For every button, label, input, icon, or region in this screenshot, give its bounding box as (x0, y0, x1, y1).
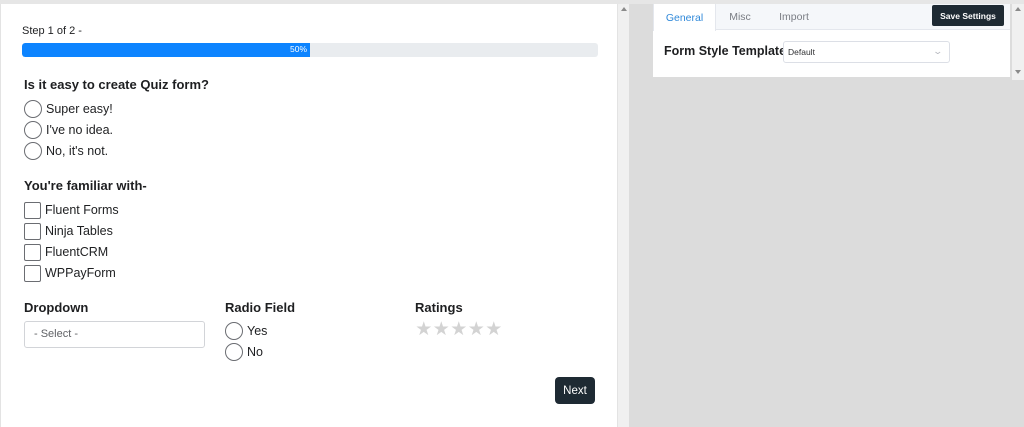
star-icon[interactable]: ★ (485, 320, 503, 339)
checkbox-option[interactable]: WPPayForm (24, 264, 116, 282)
radio-option[interactable]: Super easy! (24, 100, 113, 118)
tab-general[interactable]: General (653, 4, 716, 31)
tab-import[interactable]: Import (768, 4, 820, 30)
preview-scrollbar[interactable] (617, 4, 629, 427)
radio-option-label: Yes (247, 324, 268, 338)
tab-misc[interactable]: Misc (719, 4, 761, 30)
question-label-familiar: You're familiar with- (24, 178, 147, 193)
radio-option[interactable]: I've no idea. (24, 121, 113, 139)
scroll-down-icon[interactable] (1015, 70, 1021, 74)
radio-option[interactable]: No, it's not. (24, 142, 108, 160)
dropdown-select[interactable]: - Select - (24, 321, 205, 348)
radio-option-no[interactable]: No (225, 343, 263, 361)
settings-tabs: General Misc Import Save Settings (653, 4, 1010, 31)
checkbox[interactable] (24, 201, 41, 219)
save-settings-button[interactable]: Save Settings (932, 5, 1004, 26)
checkbox[interactable] (24, 264, 41, 282)
checkbox[interactable] (24, 222, 41, 240)
radio-option-label: Super easy! (46, 102, 113, 116)
star-icon[interactable]: ★ (450, 320, 468, 339)
settings-scrollbar[interactable] (1012, 4, 1024, 80)
star-rating[interactable]: ★ ★ ★ ★ ★ (415, 320, 503, 339)
progress-fill: 50% (22, 43, 310, 57)
radio-option-label: No (247, 345, 263, 359)
checkbox-option[interactable]: FluentCRM (24, 243, 108, 261)
form-style-template-label: Form Style Template (664, 44, 787, 58)
checkbox[interactable] (24, 243, 41, 261)
settings-panel: General Misc Import Save Settings Form S… (653, 4, 1010, 77)
radio-button[interactable] (24, 121, 42, 139)
form-style-template-select[interactable]: Default ⌄ (783, 41, 950, 63)
checkbox-option-label: FluentCRM (45, 245, 109, 259)
checkbox-option[interactable]: Ninja Tables (24, 222, 113, 240)
form-preview: Step 1 of 2 - 50% Is it easy to create Q… (0, 4, 617, 427)
progress-bar: 50% (22, 43, 598, 57)
star-icon[interactable]: ★ (433, 320, 451, 339)
radio-button[interactable] (24, 142, 42, 160)
star-icon[interactable]: ★ (468, 320, 486, 339)
form-style-template-value: Default (788, 47, 815, 57)
progress-label: 50% (289, 44, 307, 54)
radio-option-yes[interactable]: Yes (225, 322, 267, 340)
scroll-up-icon[interactable] (1015, 7, 1021, 11)
scroll-up-icon[interactable] (621, 7, 627, 11)
step-indicator: Step 1 of 2 - (22, 25, 82, 37)
ratings-label: Ratings (415, 300, 463, 315)
radio-button[interactable] (225, 343, 243, 361)
checkbox-option-label: Fluent Forms (45, 203, 119, 217)
radio-option-label: No, it's not. (46, 144, 109, 158)
chevron-down-icon: ⌄ (932, 46, 944, 56)
radio-option-label: I've no idea. (46, 123, 114, 137)
radio-button[interactable] (24, 100, 42, 118)
checkbox-option[interactable]: Fluent Forms (24, 201, 119, 219)
radio-button[interactable] (225, 322, 243, 340)
question-label-quiz: Is it easy to create Quiz form? (24, 77, 209, 92)
dropdown-label: Dropdown (24, 300, 89, 315)
star-icon[interactable]: ★ (415, 320, 433, 339)
radio-field-label: Radio Field (225, 300, 296, 315)
next-button[interactable]: Next (555, 377, 595, 404)
checkbox-option-label: WPPayForm (45, 266, 116, 280)
checkbox-option-label: Ninja Tables (45, 224, 113, 238)
